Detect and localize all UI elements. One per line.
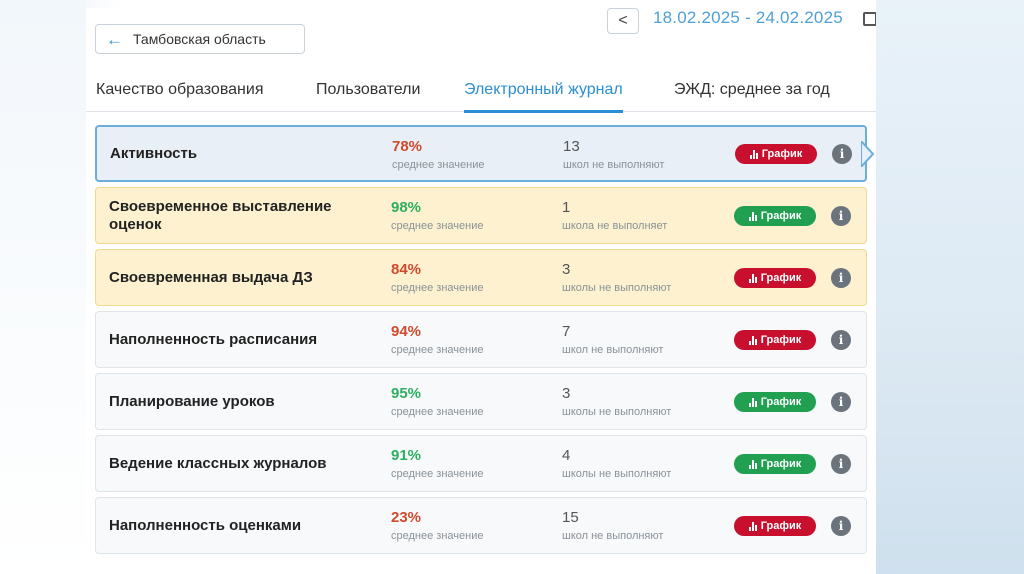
tab-1[interactable]: Пользователи <box>316 68 420 112</box>
metric-school-count: 1 <box>562 199 571 216</box>
chart-button[interactable]: График <box>734 206 816 226</box>
metric-percent: 84% <box>391 261 422 278</box>
metric-school-count-label: школ не выполняют <box>562 344 664 356</box>
info-icon[interactable]: i <box>831 330 851 350</box>
metric-name: Ведение классных журналов <box>109 454 327 472</box>
metric-name: Активность <box>110 144 198 162</box>
chart-button[interactable]: График <box>735 144 817 164</box>
chart-button[interactable]: График <box>734 516 816 536</box>
metric-name: Своевременное выставление оценок <box>109 197 332 233</box>
metric-row[interactable]: Активность 78% среднее значение 13 школ не в… <box>95 125 875 182</box>
metric-percent: 94% <box>391 323 422 340</box>
bar-chart-icon <box>748 211 757 221</box>
chart-button-label: График <box>760 458 802 470</box>
metric-row[interactable]: Наполненность оценками 23% среднее значени… <box>95 497 867 554</box>
metric-percent: 95% <box>391 385 422 402</box>
chart-button[interactable]: График <box>734 454 816 474</box>
metric-percent: 23% <box>391 509 422 526</box>
metric-row[interactable]: Своевременное выставление оценок 98% средн… <box>95 187 867 244</box>
info-icon[interactable]: i <box>831 516 851 536</box>
back-button[interactable]: ← Тамбовская область <box>95 24 305 54</box>
info-icon[interactable]: i <box>831 392 851 412</box>
metric-percent-label: среднее значение <box>391 344 484 356</box>
back-button-label: Тамбовская область <box>133 31 266 47</box>
info-icon[interactable]: i <box>831 268 851 288</box>
info-icon[interactable]: i <box>831 206 851 226</box>
top-bar: ← Тамбовская область < 18.02.2025 - 24.0… <box>86 8 876 68</box>
bar-chart-icon <box>748 521 757 531</box>
bar-chart-icon <box>748 397 757 407</box>
metric-row[interactable]: Своевременная выдача ДЗ 84% среднее значен… <box>95 249 867 306</box>
tab-2[interactable]: Электронный журнал <box>464 68 623 113</box>
metric-school-count: 15 <box>562 509 579 526</box>
metric-percent: 91% <box>391 447 422 464</box>
metric-school-count: 3 <box>562 385 571 402</box>
chart-button-label: График <box>760 520 802 532</box>
metric-school-count-label: школа не выполняет <box>562 220 668 232</box>
metric-school-count-label: школы не выполняют <box>562 282 672 294</box>
tab-bar: Качество образования Пользователи Электрон… <box>86 68 876 113</box>
selected-indicator-arrow <box>861 141 875 167</box>
info-icon[interactable]: i <box>831 454 851 474</box>
tab-3[interactable]: ЭЖД: среднее за год <box>674 68 830 112</box>
metrics-list: Активность 78% среднее значение 13 школ не в… <box>95 125 875 559</box>
chart-button-label: График <box>760 396 802 408</box>
bar-chart-icon <box>748 459 757 469</box>
dashboard-panel: ← Тамбовская область < 18.02.2025 - 24.0… <box>86 8 876 574</box>
metric-percent-label: среднее значение <box>391 468 484 480</box>
date-prev-button[interactable]: < <box>607 8 639 34</box>
chart-button[interactable]: График <box>734 268 816 288</box>
bar-chart-icon <box>749 149 758 159</box>
metric-school-count: 4 <box>562 447 571 464</box>
metric-percent-label: среднее значение <box>391 530 484 542</box>
chart-button-label: График <box>760 272 802 284</box>
calendar-icon[interactable] <box>863 12 876 26</box>
metric-school-count-label: школ не выполняют <box>562 530 664 542</box>
metric-percent: 78% <box>392 138 423 155</box>
metric-percent-label: среднее значение <box>391 282 484 294</box>
metric-school-count: 7 <box>562 323 571 340</box>
bar-chart-icon <box>748 335 757 345</box>
info-icon[interactable]: i <box>832 144 852 164</box>
background-decoration-right <box>876 0 1024 574</box>
metric-school-count: 13 <box>563 138 580 155</box>
bar-chart-icon <box>748 273 757 283</box>
arrow-left-icon: ← <box>106 29 123 49</box>
metric-percent-label: среднее значение <box>391 406 484 418</box>
metric-row[interactable]: Ведение классных журналов 91% среднее знач… <box>95 435 867 492</box>
date-range[interactable]: 18.02.2025 - 24.02.2025 <box>653 8 843 28</box>
tab-0[interactable]: Качество образования <box>96 68 263 112</box>
metric-school-count-label: школы не выполняют <box>562 406 672 418</box>
metric-row[interactable]: Наполненность расписания 94% среднее значе… <box>95 311 867 368</box>
chart-button-label: График <box>761 148 803 160</box>
metric-name: Наполненность расписания <box>109 330 318 348</box>
chart-button[interactable]: График <box>734 392 816 412</box>
chart-button-label: График <box>760 334 802 346</box>
metric-name: Наполненность оценками <box>109 516 302 534</box>
chart-button-label: График <box>760 210 802 222</box>
metric-percent-label: среднее значение <box>391 220 484 232</box>
metric-school-count-label: школы не выполняют <box>562 468 672 480</box>
metric-row[interactable]: Планирование уроков 95% среднее значение 3 ш… <box>95 373 867 430</box>
chart-button[interactable]: График <box>734 330 816 350</box>
metric-name: Своевременная выдача ДЗ <box>109 268 313 286</box>
metric-school-count-label: школ не выполняют <box>563 159 665 171</box>
metric-school-count: 3 <box>562 261 571 278</box>
metric-percent-label: среднее значение <box>392 159 485 171</box>
background-decoration-left <box>0 0 86 574</box>
metric-name: Планирование уроков <box>109 392 275 410</box>
metric-percent: 98% <box>391 199 422 216</box>
